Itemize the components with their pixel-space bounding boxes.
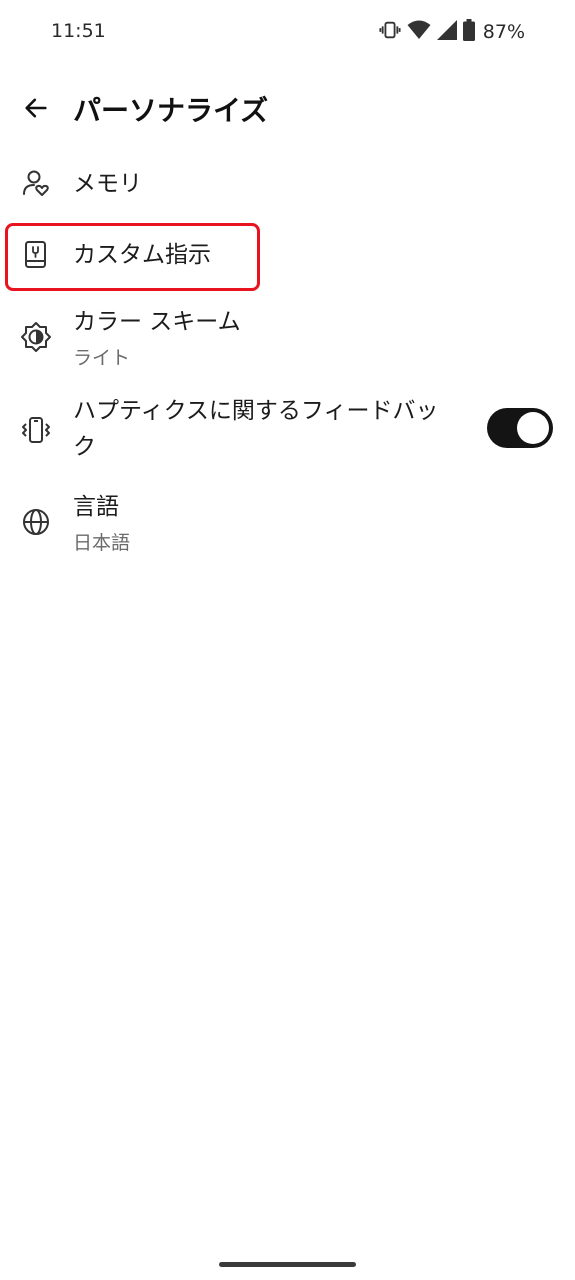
app-bar: パーソナライズ: [0, 78, 575, 138]
vibrate-icon: [379, 19, 401, 45]
setting-memory[interactable]: メモリ: [0, 155, 575, 215]
setting-color-scheme[interactable]: カラー スキーム ライト: [0, 305, 575, 377]
phone-vibrate-icon: [20, 414, 52, 446]
status-bar: 11:51 87%: [0, 0, 575, 66]
setting-language-title: 言語: [73, 494, 119, 520]
back-button[interactable]: [14, 88, 58, 132]
toggle-knob: [517, 412, 549, 444]
setting-haptics-title-line2: ク: [73, 434, 96, 460]
haptics-toggle[interactable]: [487, 408, 553, 448]
wifi-icon: [407, 19, 431, 45]
globe-icon: [20, 506, 52, 538]
setting-custom-instructions[interactable]: カスタム指示: [0, 225, 575, 285]
setting-language[interactable]: 言語 日本語: [0, 490, 575, 562]
book-icon: [20, 239, 52, 271]
person-heart-icon: [20, 167, 52, 199]
setting-language-subtitle: 日本語: [73, 532, 131, 554]
setting-haptics-title-line1: ハプティクスに関するフィードバッ: [73, 398, 439, 424]
setting-color-scheme-title: カラー スキーム: [73, 309, 241, 335]
battery-percent: 87%: [482, 21, 525, 43]
brightness-icon: [20, 321, 52, 353]
signal-icon: [436, 20, 457, 44]
home-indicator[interactable]: [219, 1262, 356, 1267]
arrow-left-icon: [22, 94, 50, 126]
battery-icon: [462, 19, 475, 45]
setting-custom-instructions-title: カスタム指示: [73, 242, 211, 268]
setting-memory-title: メモリ: [73, 171, 142, 197]
status-icons: 87%: [379, 19, 525, 45]
setting-color-scheme-subtitle: ライト: [73, 347, 131, 369]
status-time: 11:51: [51, 20, 106, 42]
page-title: パーソナライズ: [73, 94, 269, 127]
